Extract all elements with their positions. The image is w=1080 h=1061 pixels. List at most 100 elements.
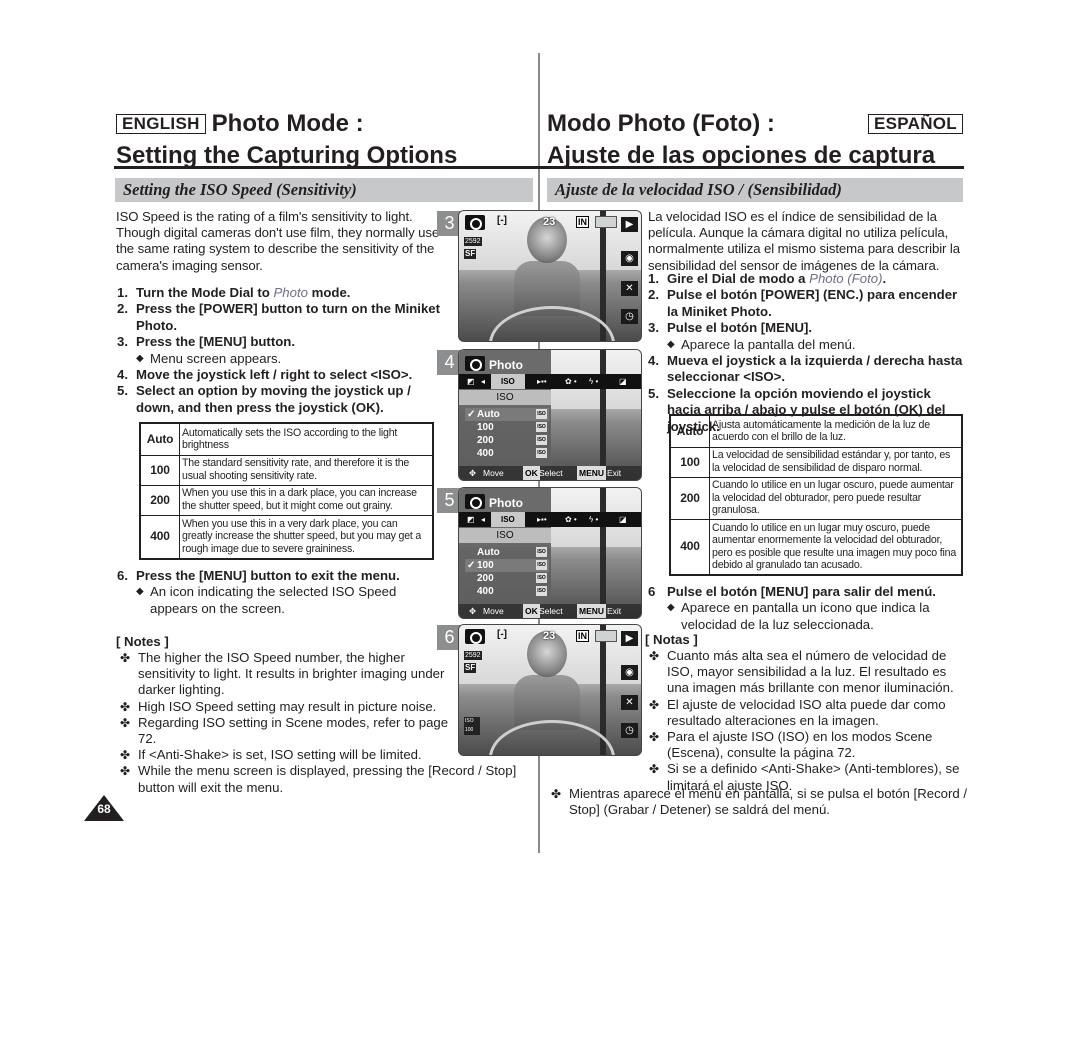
anti-shake-off-icon: ✕ — [621, 695, 638, 710]
english-step-2: 2. Press the [POWER] button to turn on th… — [117, 301, 441, 333]
spanish-note: ✤ El ajuste de velocidad ISO alta puede d… — [649, 696, 946, 728]
menu-option-100[interactable]: ✓ 100 ISO — [465, 559, 549, 572]
menu-title: ISO — [459, 390, 551, 405]
joystick-icon: ✥ — [469, 606, 477, 616]
scene-tree — [600, 488, 606, 618]
diamond-bullet-icon: ◆ — [667, 338, 675, 350]
exposure-icon[interactable]: ◩ — [467, 512, 475, 527]
clover-bullet-icon: ✤ — [120, 764, 131, 779]
english-step-3-note: ◆ Menu screen appears. — [136, 350, 282, 366]
spanish-note: ✤ Cuanto más alta sea el número de veloci… — [649, 648, 954, 696]
photo-mode-word: Photo (Foto) — [809, 271, 883, 286]
spanish-title-line1: Modo Photo (Foto) : — [547, 110, 775, 137]
table-row: 200 Cuando lo utilice en un lugar oscuro,… — [669, 476, 963, 520]
self-timer-icon: ◷ — [621, 309, 638, 324]
english-iso-table: Auto Automatically sets the ISO according… — [139, 422, 434, 560]
english-note: ✤ The higher the ISO Speed number, the hi… — [120, 650, 445, 698]
camera-screen-live-view: [-] 23 IN 2592 SF ▶ ◉ ✕ ◷ — [458, 210, 642, 342]
clover-bullet-icon: ✤ — [649, 730, 660, 745]
effect-icon[interactable]: ◪ — [619, 374, 627, 389]
playback-icon: ▶ — [621, 631, 638, 646]
macro-icon[interactable]: ✿ • — [565, 374, 577, 389]
spanish-steps-1-5: 1. Gire el Dial de modo a Photo (Foto). … — [645, 271, 967, 435]
iso-200-icon: ISO — [536, 573, 547, 583]
english-title-line1: Photo Mode : — [211, 110, 364, 137]
spanish-step-1: 1. Gire el Dial de modo a Photo (Foto). — [648, 271, 887, 286]
clover-bullet-icon: ✤ — [649, 762, 660, 777]
menu-option-200[interactable]: 200 ISO — [465, 434, 549, 447]
menu-tab-bar: ◩ ◂ ISO ▸▪• ✿ • ϟ • ◪ — [459, 512, 641, 527]
table-row: Auto Automatically sets the ISO according… — [139, 422, 434, 456]
tab-iso[interactable]: ISO — [491, 512, 525, 527]
clover-bullet-icon: ✤ — [120, 715, 131, 730]
iso-400-icon: ISO — [536, 586, 547, 596]
english-header: ENGLISH Photo Mode : Setting the Capturi… — [116, 110, 457, 170]
menu-option-400[interactable]: 400 ISO — [465, 447, 549, 460]
clover-bullet-icon: ✤ — [120, 748, 131, 763]
spanish-step-6-note: ◆ Aparece en pantalla un icono que indica… — [667, 600, 930, 632]
spanish-header: Modo Photo (Foto) : ESPAÑOL Ajuste de la… — [547, 110, 963, 170]
quality-icon: SF — [464, 249, 477, 259]
english-section-heading: Setting the ISO Speed (Sensitivity) — [115, 178, 533, 202]
ok-key-icon: OK — [523, 604, 540, 618]
resolution-icon: 2592 — [464, 237, 482, 246]
photo-mode-word: Photo — [273, 285, 308, 300]
quality-icon: SF — [464, 663, 477, 673]
spanish-iso-table: Auto Ajusta automáticamente la medición d… — [669, 414, 963, 576]
white-balance-icon[interactable]: ▸▪• — [537, 512, 547, 527]
clover-bullet-icon: ✤ — [120, 699, 131, 714]
flash-icon[interactable]: ϟ • — [589, 512, 598, 527]
remaining-shots: 23 — [543, 216, 556, 228]
effect-icon[interactable]: ◪ — [619, 512, 627, 527]
remaining-shots: 23 — [543, 630, 556, 642]
menu-title: ISO — [459, 528, 551, 543]
menu-option-200[interactable]: 200 ISO — [465, 572, 549, 585]
spanish-intro: La velocidad ISO es el índice de sensibi… — [648, 209, 960, 273]
menu-option-auto[interactable]: ✓ Auto ISO — [465, 408, 549, 421]
scene-tree — [600, 350, 606, 480]
clover-bullet-icon: ✤ — [120, 651, 131, 665]
spanish-lang-badge: ESPAÑOL — [867, 114, 963, 134]
english-intro: ISO Speed is the rating of a film's sens… — [116, 209, 440, 273]
iso-auto-icon: ISO — [536, 409, 547, 419]
menu-footer: ✥ Move OK Select MENU Exit — [459, 466, 641, 480]
english-step-6: 6. Press the [MENU] button to exit the me… — [117, 568, 400, 583]
menu-header: Photo — [465, 354, 523, 372]
english-step-4: 4. Move the joystick left / right to sele… — [117, 367, 413, 383]
chevron-left-icon: ◂ — [481, 377, 486, 386]
exposure-icon[interactable]: ◩ — [467, 374, 475, 389]
spanish-step-2: 2. Pulse el botón [POWER] (ENC.) para enc… — [648, 287, 958, 319]
camera-screen-iso-menu-auto: Photo ◩ ◂ ISO ▸▪• ✿ • ϟ • ◪ ISO ✓ Auto ISO… — [458, 349, 642, 481]
menu-option-100[interactable]: 100 ISO — [465, 421, 549, 434]
table-row: Auto Ajusta automáticamente la medición d… — [669, 414, 963, 448]
flash-icon[interactable]: ϟ • — [589, 374, 598, 389]
table-row: 100 The standard sensitivity rate, and th… — [139, 454, 434, 486]
spanish-step-6-block: 6 Pulse el botón [MENU] para salir del me… — [645, 584, 967, 633]
ok-key-icon: OK — [523, 466, 540, 480]
focus-bracket-icon: [-] — [497, 629, 507, 640]
self-timer-icon: ◷ — [621, 723, 638, 738]
tab-iso[interactable]: ISO — [491, 374, 525, 389]
spanish-step-3: 3. Pulse el botón [MENU]. — [648, 320, 813, 336]
menu-option-400[interactable]: 400 ISO — [465, 585, 549, 598]
table-row: 100 La velocidad de sensibilidad estándar… — [669, 446, 963, 478]
clover-bullet-icon: ✤ — [551, 787, 562, 801]
white-balance-icon[interactable]: ▸▪• — [537, 374, 547, 389]
english-steps-1-5: 1. Turn the Mode Dial to Photo mode. 2. P… — [114, 285, 449, 416]
iso-auto-icon: ISO — [536, 547, 547, 557]
camera-icon — [465, 629, 485, 644]
diamond-bullet-icon: ◆ — [667, 602, 675, 614]
chevron-left-icon: ◂ — [481, 515, 486, 524]
camera-screen-live-view-iso: [-] 23 IN 2592 SF ISO 100 ▶ ◉ ✕ ◷ — [458, 624, 642, 756]
anti-shake-off-icon: ✕ — [621, 281, 638, 296]
english-step-6-note: ◆ An icon indicating the selected ISO Spe… — [136, 584, 397, 616]
playback-icon: ▶ — [621, 217, 638, 232]
english-note: ✤ While the menu screen is displayed, pre… — [120, 763, 517, 795]
iso-100-icon: ISO — [536, 560, 547, 570]
english-lang-badge: ENGLISH — [116, 114, 206, 134]
menu-option-auto[interactable]: Auto ISO — [465, 546, 549, 559]
table-row: 400 When you use this in a very dark plac… — [139, 514, 434, 560]
camera-icon — [465, 215, 485, 230]
iso-400-icon: ISO — [536, 448, 547, 458]
macro-icon[interactable]: ✿ • — [565, 512, 577, 527]
